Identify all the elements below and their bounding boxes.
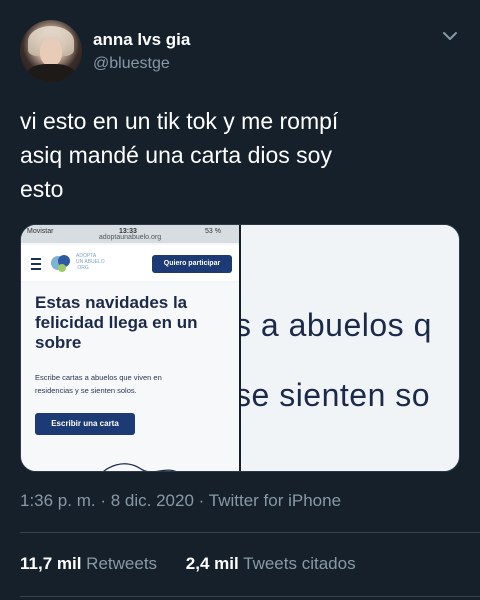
tweet-date[interactable]: 8 dic. 2020 — [111, 491, 194, 510]
menu-icon — [31, 258, 41, 270]
divider — [20, 596, 480, 597]
tweet: anna lvs gia @bluestge vi esto en un tik… — [0, 0, 480, 600]
retweets-count: 11,7 mil — [20, 554, 82, 573]
media-zoomed-screenshot: s a abuelos q se sienten so — [241, 225, 459, 471]
author-name[interactable]: anna lvs gia — [93, 30, 190, 50]
quotes-count: 2,4 mil — [185, 554, 239, 573]
hero-section: Estas navidades la felicidad llega en un… — [21, 283, 239, 471]
quotes-label: Tweets citados — [243, 554, 356, 573]
zoomed-text-line-2: se sienten so — [241, 377, 431, 413]
envelope-doodle-icon — [103, 463, 176, 471]
avatar[interactable] — [20, 20, 82, 82]
avatar-body — [26, 64, 76, 82]
tweet-media[interactable]: Movistar 13:33 53 % adoptaunabuelo.org A… — [20, 224, 460, 472]
avatar-face — [40, 38, 62, 66]
logo-icon — [51, 255, 70, 272]
hero-button: Escribir una carta — [35, 413, 135, 435]
quotes-stat[interactable]: 2,4 mil Tweets citados — [186, 554, 356, 573]
tweet-meta: 1:36 p. m. · 8 dic. 2020 · Twitter for i… — [20, 491, 341, 511]
retweets-stat[interactable]: 11,7 mil Retweets — [20, 554, 157, 573]
hero-title: Estas navidades la felicidad llega en un… — [35, 293, 198, 352]
tweet-source[interactable]: Twitter for iPhone — [209, 491, 341, 510]
tweet-time[interactable]: 1:36 p. m. — [20, 491, 96, 510]
divider — [20, 532, 480, 533]
chevron-down-icon[interactable] — [440, 26, 460, 46]
url-bar: adoptaunabuelo.org — [98, 234, 162, 241]
author-handle[interactable]: @bluestge — [93, 55, 170, 73]
retweets-label: Retweets — [86, 554, 158, 573]
hero-description: Escribe cartas a abuelos que viven en re… — [35, 373, 162, 395]
site-header: ADOPTA UN ABUELO .ORG Quiero participar — [21, 245, 239, 281]
header-cta-button: Quiero participar — [152, 255, 232, 273]
media-screenshot: Movistar 13:33 53 % adoptaunabuelo.org A… — [21, 225, 239, 471]
logo-text: ADOPTA UN ABUELO .ORG — [76, 253, 105, 271]
meta-separator: · — [100, 491, 107, 510]
tweet-text: vi esto en un tik tok y me rompí asiq ma… — [20, 108, 339, 202]
zoomed-text-line-1: s a abuelos q — [241, 307, 432, 343]
tweet-stats: 11,7 mil Retweets 2,4 mil Tweets citados — [20, 554, 380, 574]
meta-separator: · — [198, 491, 205, 510]
